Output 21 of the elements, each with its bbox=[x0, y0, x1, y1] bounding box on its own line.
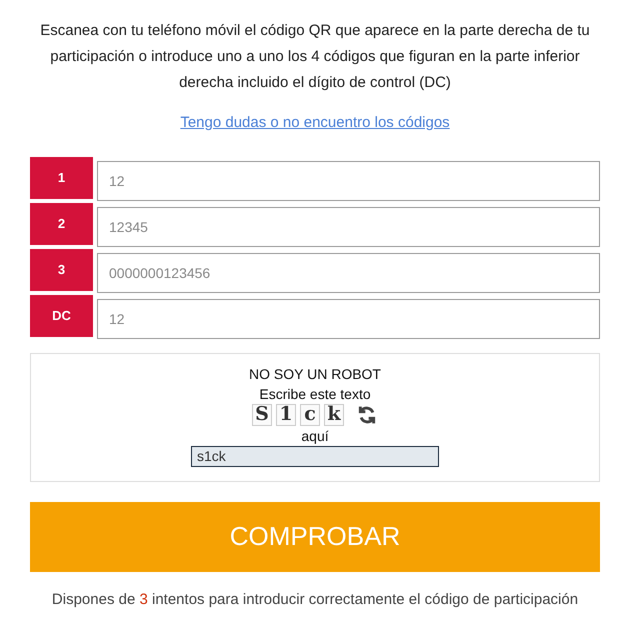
help-link[interactable]: Tengo dudas o no encuentro los códigos bbox=[180, 112, 450, 134]
code-input-field[interactable]: 12345 bbox=[97, 206, 600, 246]
code-label: 1 bbox=[30, 156, 93, 198]
captcha-character: c bbox=[300, 404, 320, 426]
code-input-field[interactable]: 0000000123456 bbox=[97, 252, 600, 292]
captcha-character: 1 bbox=[276, 404, 296, 426]
code-label: 2 bbox=[30, 202, 93, 244]
captcha-title: NO SOY UN ROBOT bbox=[249, 364, 381, 384]
code-label: 3 bbox=[30, 248, 93, 290]
code-label: DC bbox=[30, 294, 93, 336]
captcha-character: k bbox=[324, 404, 344, 426]
captcha-character: S bbox=[252, 404, 272, 426]
captcha-input-field[interactable]: s1ck bbox=[191, 446, 439, 466]
captcha-hint: aquí bbox=[301, 426, 329, 446]
check-button[interactable]: COMPROBAR bbox=[30, 502, 600, 572]
attempts-text: Dispones de 3 intentos para introducir correctamente el código de participación bbox=[52, 590, 578, 610]
captcha-prompt: Escribe este texto bbox=[259, 384, 371, 404]
code-input-field[interactable]: 12 bbox=[97, 160, 600, 200]
code-input-field[interactable]: 12 bbox=[97, 298, 600, 338]
instructions-text: Escanea con tu teléfono móvil el código QR que aparece en la parte derecha de tu participación o introduce uno a uno los 4 códigos que figuran en la parte inferior derecha incluido el dígito de control (DC) bbox=[39, 21, 591, 93]
refresh-icon[interactable] bbox=[356, 404, 378, 424]
